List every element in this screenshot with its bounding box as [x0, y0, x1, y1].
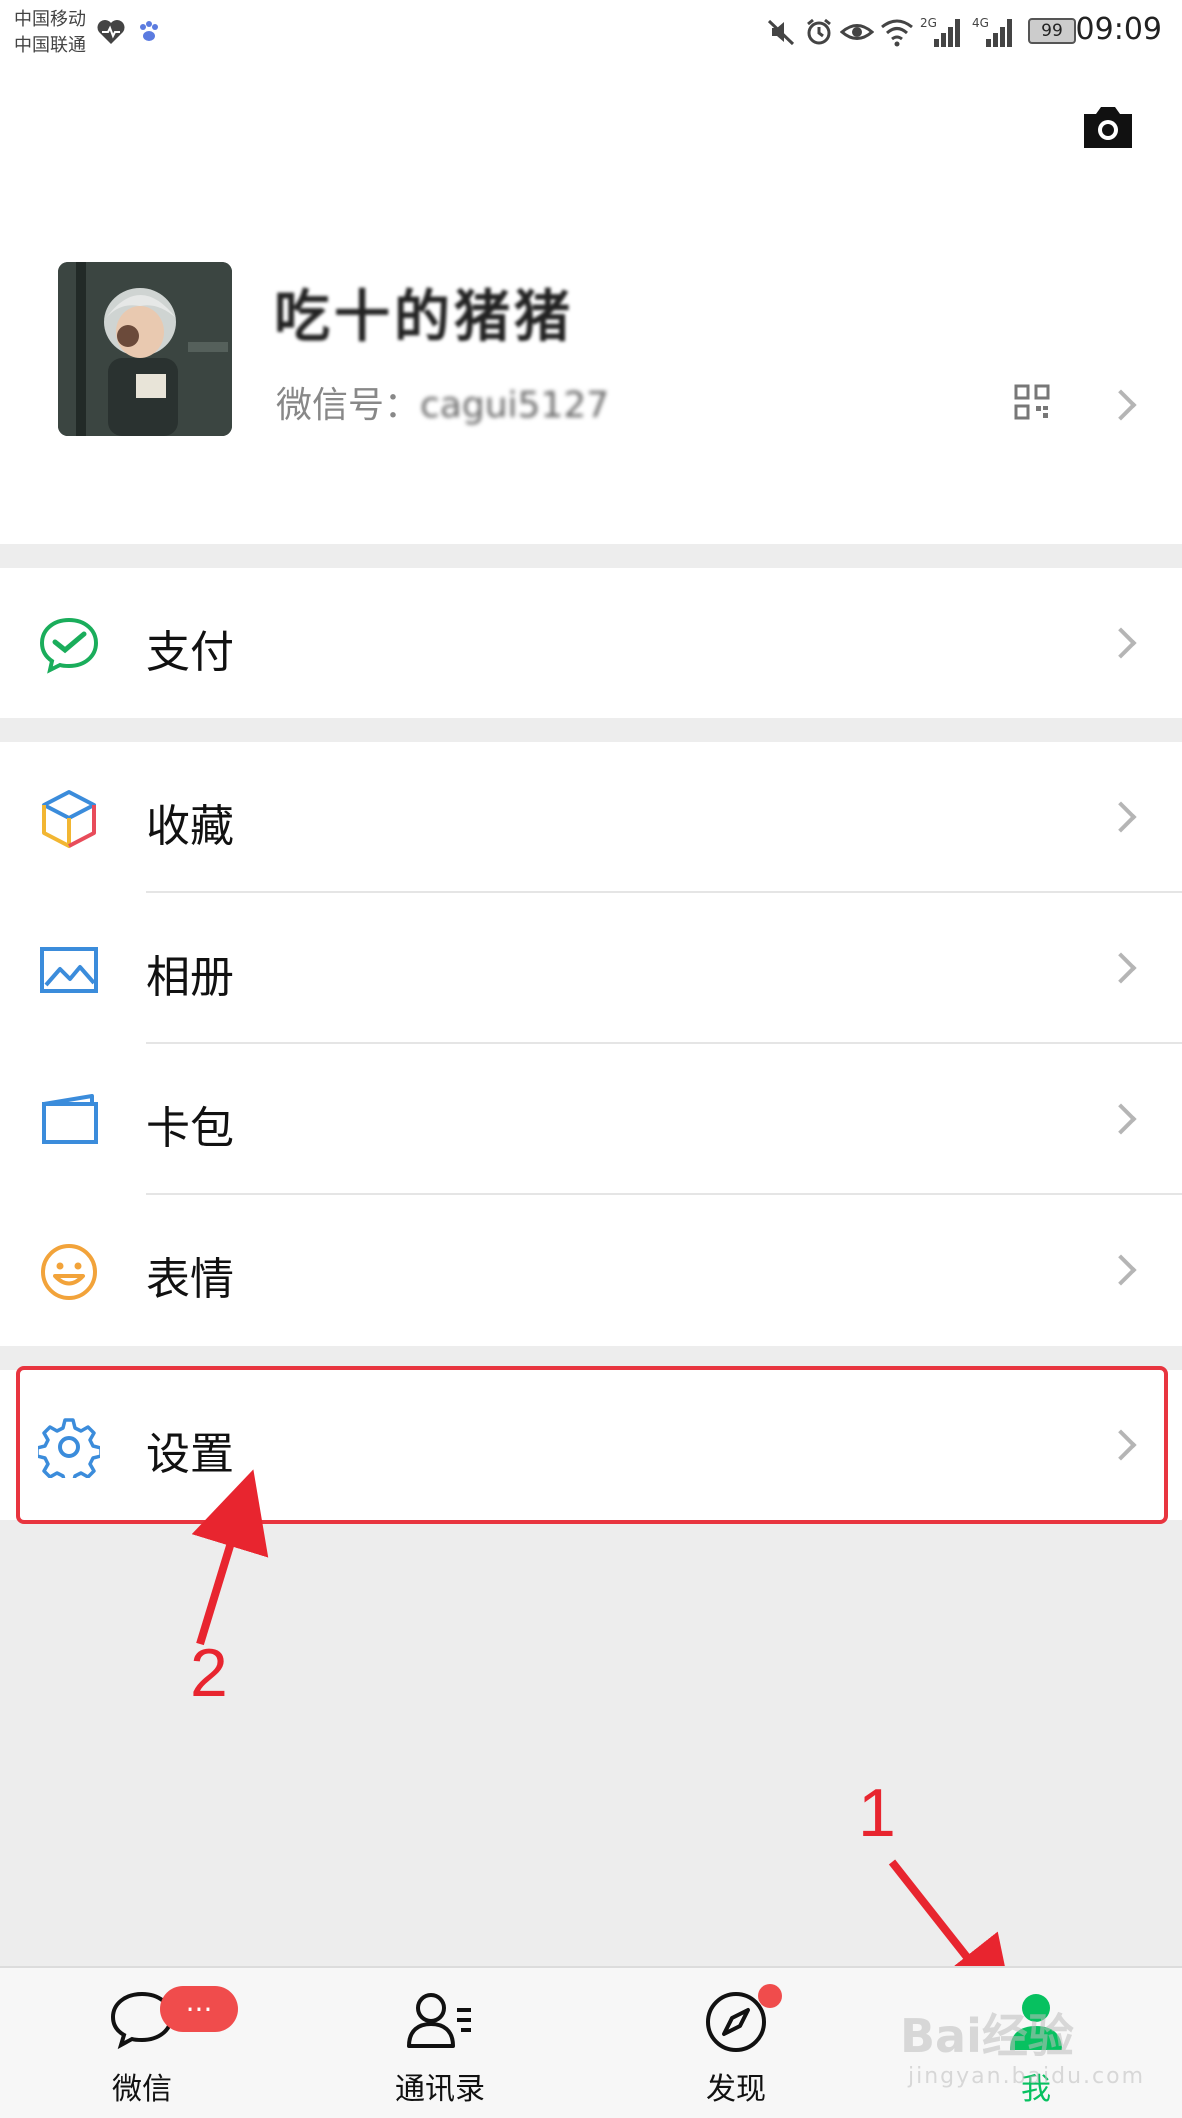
arrow-to-settings: [191, 1469, 269, 1646]
step-1-number: 1: [858, 1775, 896, 1851]
watermark-logo: Bai经验: [900, 2009, 1074, 2063]
step-2-number: 2: [190, 1635, 228, 1711]
contacts-person-icon: [405, 1990, 475, 2054]
discover-red-dot: [758, 1984, 782, 2008]
tab-chats[interactable]: ··· 微信: [42, 1968, 242, 2118]
tab-discover[interactable]: 发现: [636, 1968, 836, 2118]
tab-label: 发现: [706, 2072, 766, 2107]
unread-badge: ···: [160, 1986, 238, 2032]
tab-contacts[interactable]: 通讯录: [340, 1968, 540, 2118]
annotation-arrows: [191, 1469, 1016, 2020]
tab-label: 通讯录: [395, 2072, 485, 2107]
tab-label: 微信: [112, 2072, 172, 2107]
watermark-url: jingyan.baidu.com: [908, 2064, 1146, 2089]
